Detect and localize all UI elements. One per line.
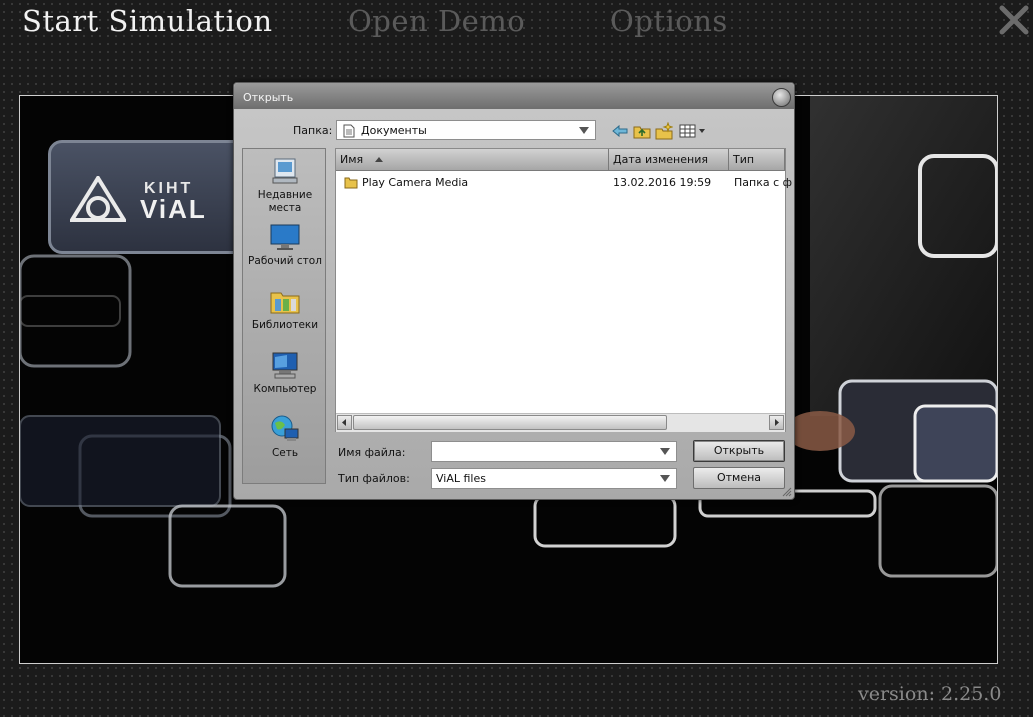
close-icon[interactable]	[998, 4, 1030, 36]
dialog-close-button[interactable]	[772, 88, 791, 107]
chevron-down-icon	[660, 448, 670, 455]
file-type: Папка с ф	[734, 176, 793, 189]
place-desktop[interactable]: Рабочий стол	[243, 221, 327, 268]
place-recent-label: Недавние места	[257, 189, 313, 214]
column-type-label: Тип	[733, 153, 755, 166]
back-icon[interactable]	[611, 122, 629, 140]
new-folder-icon[interactable]	[655, 122, 673, 140]
up-folder-icon[interactable]	[633, 122, 651, 140]
file-name: Play Camera Media	[362, 176, 469, 189]
desktop-icon	[270, 224, 300, 250]
filetype-label: Тип файлов:	[338, 472, 410, 485]
version-label: version: 2.25.0	[858, 683, 1002, 705]
place-libraries-label: Библиотеки	[251, 319, 319, 331]
file-date: 13.02.2016 19:59	[613, 176, 712, 189]
chevron-down-icon	[579, 127, 589, 134]
dialog-title: Открыть	[243, 91, 294, 104]
folder-icon	[344, 177, 358, 189]
place-computer-label: Компьютер	[253, 383, 317, 395]
view-menu-icon[interactable]	[679, 122, 707, 140]
scroll-right-icon	[775, 419, 779, 426]
document-icon	[343, 124, 355, 138]
column-name-label: Имя	[340, 153, 364, 166]
column-date-label: Дата изменения	[613, 153, 708, 166]
place-network-label: Сеть	[271, 447, 299, 459]
start-simulation-menu[interactable]: Start Simulation	[22, 4, 273, 38]
network-icon	[271, 415, 299, 441]
column-name-header[interactable]: Имя	[336, 149, 609, 171]
options-menu[interactable]: Options	[610, 4, 728, 38]
computer-icon	[272, 352, 298, 379]
folder-label: Папка:	[293, 124, 333, 137]
horizontal-scrollbar[interactable]	[336, 413, 785, 432]
file-list: Имя Дата изменения Тип Play Camera Media…	[335, 148, 792, 432]
places-bar: Недавние места Рабочий стол Библиотеки К…	[242, 148, 326, 484]
sort-ascending-icon	[375, 157, 383, 162]
filetype-value: ViAL files	[436, 472, 486, 485]
open-button[interactable]: Открыть	[693, 440, 785, 462]
filename-label: Имя файла:	[338, 446, 406, 459]
dialog-title-bar[interactable]: Открыть	[234, 83, 794, 109]
place-libraries[interactable]: Библиотеки	[243, 285, 327, 332]
top-menu: Start Simulation Open Demo Options	[0, 0, 1033, 50]
place-desktop-label: Рабочий стол	[248, 255, 322, 267]
resize-grip-icon[interactable]	[782, 487, 792, 497]
filetype-select[interactable]: ViAL files	[431, 468, 677, 489]
chevron-down-icon	[660, 475, 670, 482]
open-demo-menu[interactable]: Open Demo	[348, 4, 525, 38]
scroll-left-button[interactable]	[337, 415, 352, 430]
place-recent[interactable]: Недавние места	[243, 155, 327, 215]
file-row[interactable]: Play Camera Media 13.02.2016 19:59 Папка…	[336, 173, 792, 191]
recent-places-icon	[272, 158, 298, 184]
libraries-icon	[270, 292, 300, 314]
scroll-thumb[interactable]	[353, 415, 667, 430]
column-type-header[interactable]: Тип	[729, 149, 785, 171]
scroll-right-button[interactable]	[769, 415, 784, 430]
open-file-dialog: Открыть Папка: Документы Недавние места …	[233, 82, 795, 500]
folder-value: Документы	[361, 124, 427, 137]
scroll-left-icon	[342, 419, 346, 426]
place-computer[interactable]: Компьютер	[243, 349, 327, 396]
column-date-header[interactable]: Дата изменения	[609, 149, 729, 171]
place-network[interactable]: Сеть	[243, 413, 327, 460]
filename-input[interactable]	[431, 441, 677, 462]
cancel-button[interactable]: Отмена	[693, 467, 785, 489]
folder-combo[interactable]: Документы	[336, 120, 596, 140]
logo-text-bottom: ViAL	[140, 194, 207, 224]
vial-logo-icon	[70, 176, 126, 222]
